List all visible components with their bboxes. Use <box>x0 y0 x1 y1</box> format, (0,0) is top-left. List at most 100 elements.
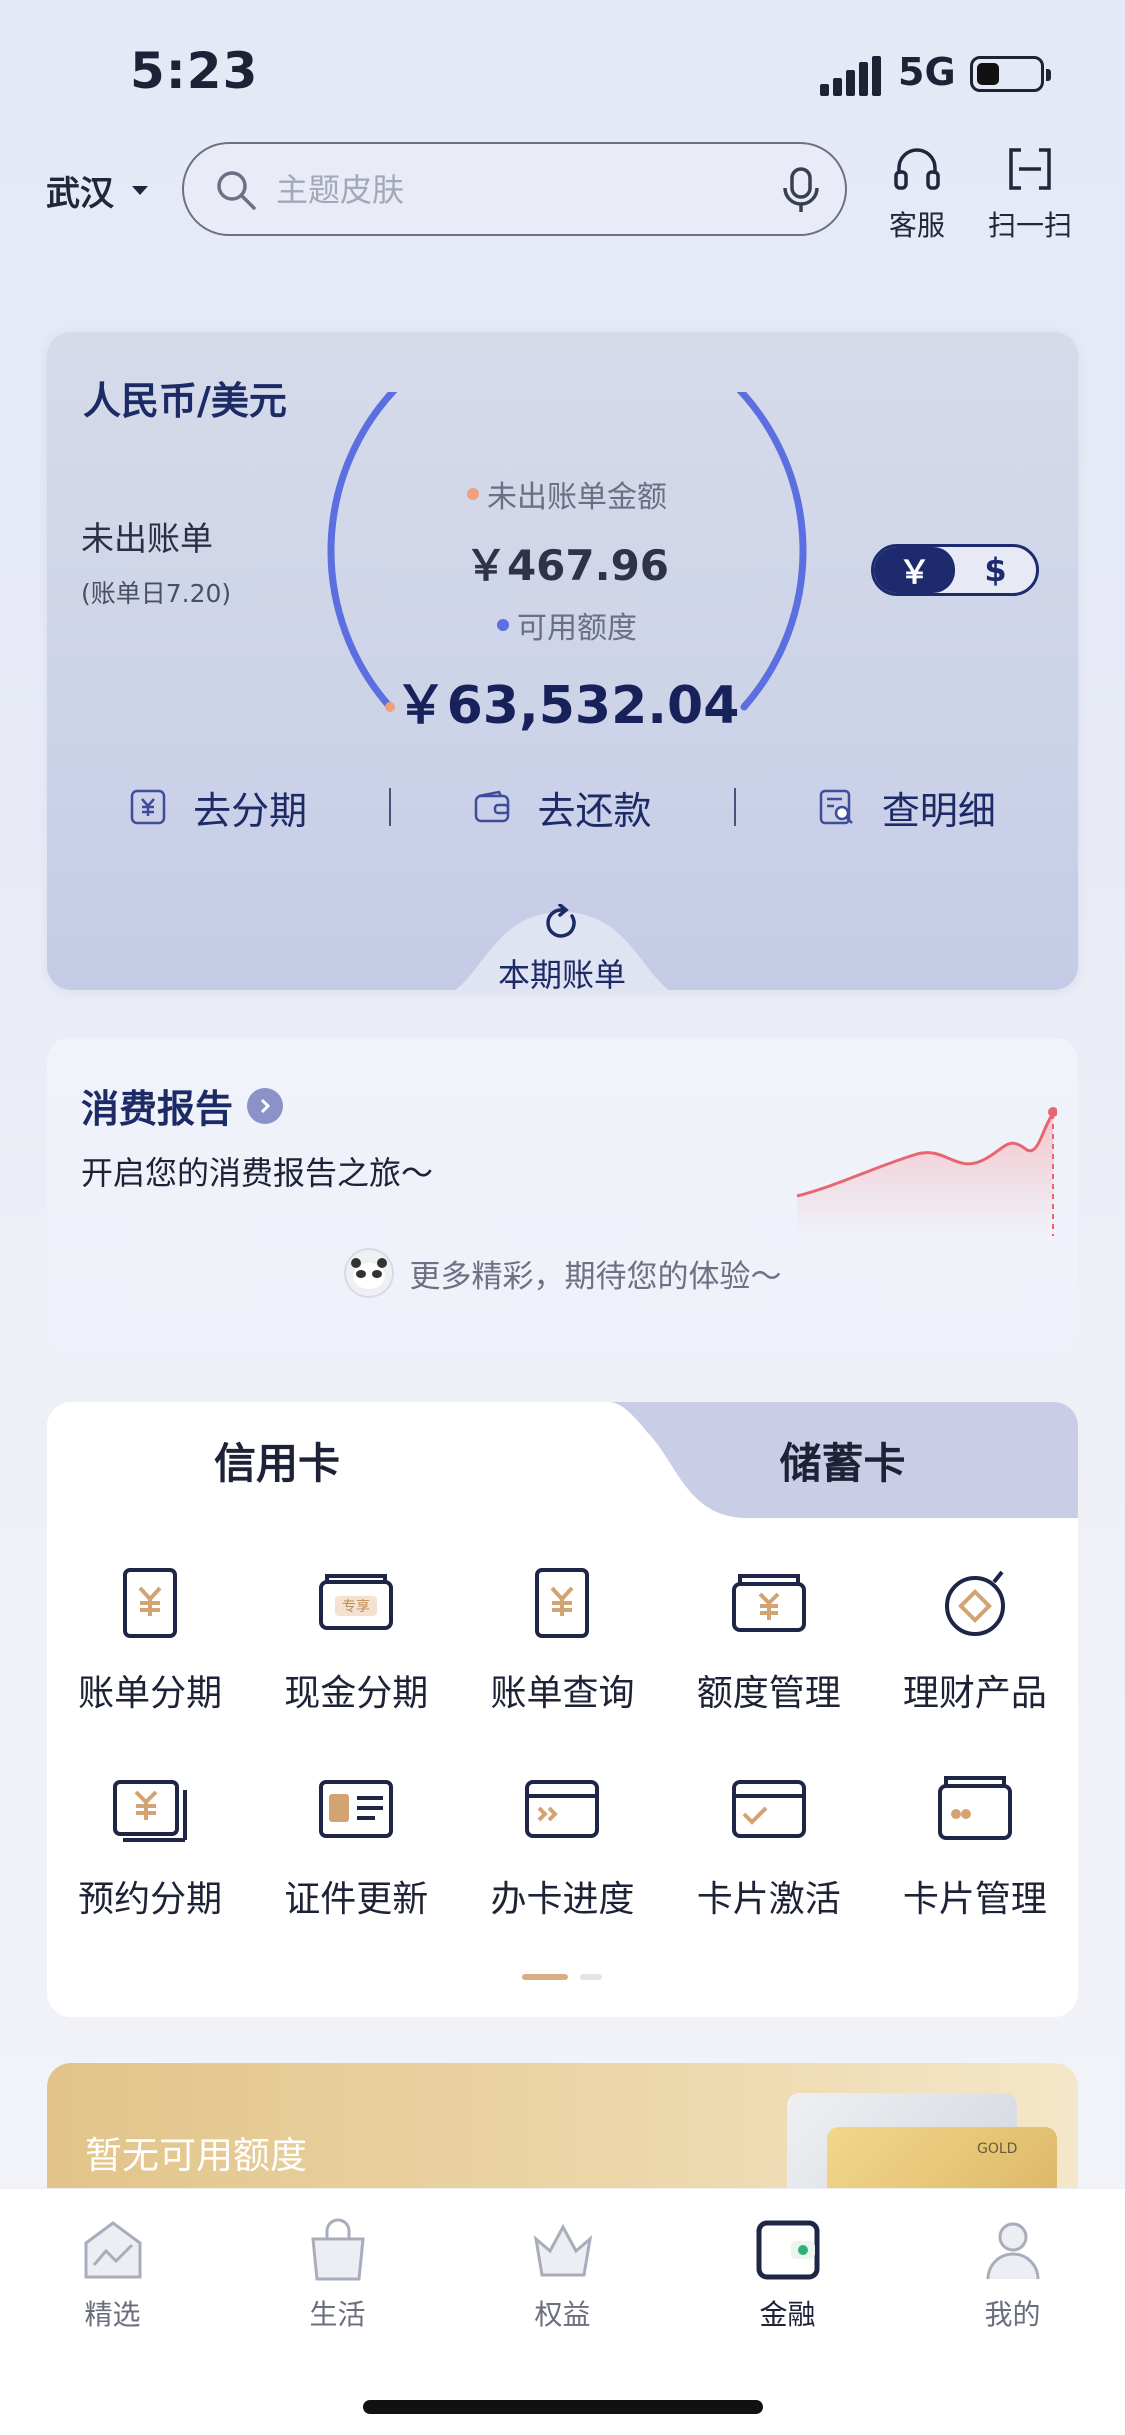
nav-featured[interactable]: 精选 <box>0 2213 225 2333</box>
installment-button[interactable]: 去分期 <box>47 780 389 835</box>
details-label: 查明细 <box>881 788 996 833</box>
nav-label: 权益 <box>534 2298 591 2331</box>
home-indicator[interactable] <box>363 2400 763 2414</box>
details-button[interactable]: 查明细 <box>736 780 1078 835</box>
consumption-report-card[interactable]: 消费报告 开启您的消费报告之旅～ 更多精彩，期待您的体验～ <box>47 1038 1078 1356</box>
nav-label: 精选 <box>84 2298 141 2331</box>
currency-title: 人民币/美元 <box>83 379 287 423</box>
service-label: 办卡进度 <box>490 1879 635 1920</box>
card-activate-icon <box>731 1780 806 1838</box>
bill-query-icon <box>535 1568 590 1638</box>
panda-avatar-icon <box>343 1248 394 1298</box>
network-type: 5G <box>898 50 956 94</box>
microphone-icon[interactable] <box>779 166 823 214</box>
signal-icon <box>820 56 881 96</box>
available-amount: ￥63,532.04 <box>394 676 740 736</box>
page-dot-active <box>522 1974 568 1980</box>
featured-icon <box>84 2221 141 2279</box>
chevron-right-icon <box>247 1087 284 1124</box>
tab-credit-card[interactable]: 信用卡 <box>47 1402 567 1518</box>
search-input[interactable] <box>276 162 746 218</box>
svg-text:专享: 专享 <box>342 1598 370 1615</box>
service-card-progress[interactable]: 办卡进度 <box>459 1768 665 1922</box>
headset-icon <box>894 148 940 190</box>
battery-icon <box>970 56 1051 92</box>
service-label: 账单分期 <box>78 1673 223 1714</box>
unbilled-amount: ￥467.96 <box>464 541 670 590</box>
limit-management-icon <box>731 1574 806 1632</box>
top-bar: 武汉 客服 扫一扫 <box>0 140 1125 270</box>
profile-icon <box>986 2222 1039 2280</box>
service-card-activate[interactable]: 卡片激活 <box>666 1768 872 1922</box>
services-grid: 账单分期 专享 现金分期 账单查询 额度管理 理财产品 预约分期 证件更新 办卡… <box>47 1562 1078 1922</box>
report-more-text: 更多精彩，期待您的体验～ <box>409 1258 782 1295</box>
nav-benefits[interactable]: 权益 <box>450 2213 675 2333</box>
bill-installment-icon <box>123 1568 178 1638</box>
service-cash-installment[interactable]: 专享 现金分期 <box>253 1562 459 1716</box>
refresh-icon <box>546 903 576 938</box>
id-update-icon <box>319 1780 394 1838</box>
service-label: 卡片管理 <box>902 1879 1047 1920</box>
installment-label: 去分期 <box>193 788 308 833</box>
service-label: 理财产品 <box>902 1673 1047 1714</box>
nav-label: 我的 <box>984 2298 1041 2331</box>
report-title-text: 消费报告 <box>81 1087 234 1131</box>
nav-label: 生活 <box>309 2298 366 2331</box>
bill-date: (账单日7.20) <box>81 579 232 608</box>
card-progress-icon <box>525 1780 600 1838</box>
nav-finance[interactable]: 金融 <box>675 2213 900 2333</box>
report-title[interactable]: 消费报告 <box>81 1078 284 1133</box>
service-limit-management[interactable]: 额度管理 <box>666 1562 872 1716</box>
status-bar: 5:23 5G <box>0 0 1125 140</box>
report-subtitle: 开启您的消费报告之旅～ <box>81 1154 434 1192</box>
search-bar[interactable] <box>182 142 847 236</box>
service-label: 现金分期 <box>284 1673 429 1714</box>
nav-profile[interactable]: 我的 <box>900 2213 1125 2333</box>
report-more: 更多精彩，期待您的体验～ <box>47 1248 1078 1298</box>
reserve-installment-icon <box>113 1780 188 1842</box>
wallet-icon <box>475 790 510 823</box>
currency-toggle[interactable]: ￥ $ <box>871 544 1039 596</box>
unbilled-info: 未出账单 (账单日7.20) <box>81 512 231 610</box>
life-bag-icon <box>310 2218 365 2281</box>
finance-wallet-icon <box>756 2220 819 2280</box>
customer-service-label: 客服 <box>888 209 945 242</box>
card-gold-label: GOLD <box>977 2141 1018 2157</box>
currency-option-cny[interactable]: ￥ <box>874 547 955 593</box>
service-wealth-product[interactable]: 理财产品 <box>872 1562 1078 1716</box>
gauge-values: 未出账单金额 ￥467.96 可用额度 ￥63,532.04 <box>317 472 817 738</box>
currency-option-usd[interactable]: $ <box>955 547 1036 593</box>
current-bill-tab[interactable]: 本期账单 <box>422 903 702 990</box>
installment-icon <box>130 789 166 825</box>
available-dot-icon <box>497 619 509 631</box>
service-label: 额度管理 <box>696 1673 841 1714</box>
chevron-down-icon <box>132 186 148 195</box>
status-time: 5:23 <box>130 42 259 100</box>
crown-icon <box>533 2223 592 2277</box>
service-label: 预约分期 <box>78 1879 223 1920</box>
customer-service-button[interactable]: 客服 <box>862 142 972 244</box>
repay-button[interactable]: 去还款 <box>391 780 733 835</box>
tab-debit-card[interactable]: 储蓄卡 <box>587 1402 1078 1518</box>
card-management-icon <box>937 1776 1012 1840</box>
city-selector[interactable]: 武汉 <box>46 166 148 215</box>
bottom-navigation: 精选 生活 权益 金融 我的 <box>0 2188 1125 2435</box>
nav-life[interactable]: 生活 <box>225 2213 450 2333</box>
city-label: 武汉 <box>46 174 114 214</box>
service-bill-installment[interactable]: 账单分期 <box>47 1562 253 1716</box>
scan-button[interactable]: 扫一扫 <box>975 142 1085 244</box>
bill-card: 人民币/美元 未出账单 (账单日7.20) 未出账单金额 ￥467.96 可用额… <box>47 332 1078 990</box>
scan-label: 扫一扫 <box>987 209 1072 242</box>
service-label: 证件更新 <box>284 1879 429 1920</box>
scan-icon <box>1009 148 1051 190</box>
trend-chart-icon <box>796 1107 1057 1236</box>
service-bill-query[interactable]: 账单查询 <box>459 1562 665 1716</box>
service-label: 卡片激活 <box>696 1879 841 1920</box>
service-id-update[interactable]: 证件更新 <box>253 1768 459 1922</box>
page-indicator <box>522 1974 602 1980</box>
available-label: 可用额度 <box>517 611 637 646</box>
promo-text: 暂无可用额度 <box>85 2134 307 2177</box>
service-card-management[interactable]: 卡片管理 <box>872 1768 1078 1922</box>
bill-actions: 去分期 去还款 查明细 <box>47 772 1078 842</box>
service-reserve-installment[interactable]: 预约分期 <box>47 1768 253 1922</box>
